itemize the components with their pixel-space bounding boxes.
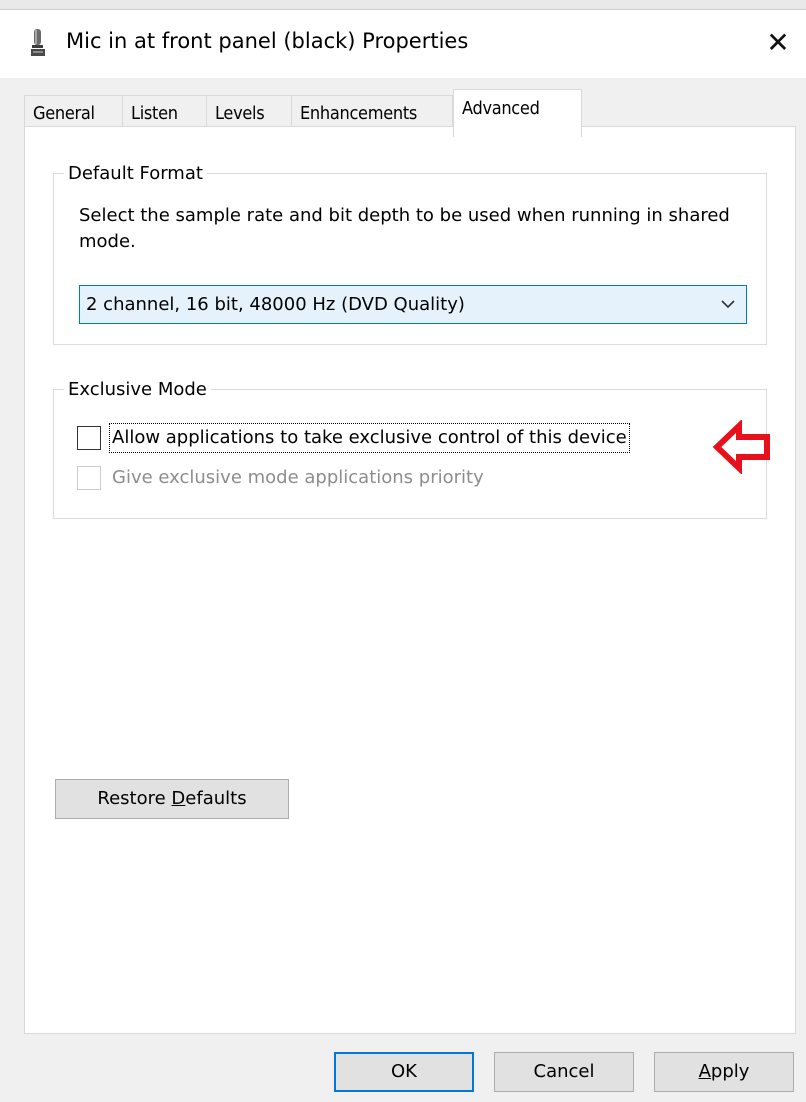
red-arrow-icon xyxy=(712,420,770,474)
restore-defaults-button[interactable]: Restore Defaults xyxy=(55,779,289,819)
title-bar: Mic in at front panel (black) Properties… xyxy=(0,10,806,78)
exclusive-priority-checkbox xyxy=(77,466,101,490)
apply-button[interactable]: Apply xyxy=(654,1052,794,1092)
default-format-description: Select the sample rate and bit depth to … xyxy=(79,205,730,252)
restore-defaults-label-pre: Restore xyxy=(97,788,172,809)
apply-access-key: A xyxy=(698,1061,711,1082)
sample-format-selected: 2 channel, 16 bit, 48000 Hz (DVD Quality… xyxy=(86,294,465,315)
microphone-icon xyxy=(31,29,45,56)
ok-button[interactable]: OK xyxy=(334,1052,474,1092)
tab-advanced[interactable]: Advanced xyxy=(453,89,582,137)
sample-format-dropdown[interactable]: 2 channel, 16 bit, 48000 Hz (DVD Quality… xyxy=(79,285,747,324)
exclusive-mode-legend: Exclusive Mode xyxy=(68,379,207,400)
allow-exclusive-label[interactable]: Allow applications to take exclusive con… xyxy=(109,423,630,453)
restore-defaults-label-post: efaults xyxy=(185,788,247,809)
apply-label-post: pply xyxy=(710,1061,750,1082)
advanced-tab-panel: Default Format Select the sample rate an… xyxy=(24,126,796,1034)
allow-exclusive-checkbox[interactable] xyxy=(77,426,101,450)
background-window-strip xyxy=(0,0,806,10)
default-format-legend: Default Format xyxy=(68,163,203,184)
cancel-button[interactable]: Cancel xyxy=(494,1052,634,1092)
close-icon[interactable]: ✕ xyxy=(760,26,796,62)
properties-dialog: Mic in at front panel (black) Properties… xyxy=(0,10,806,1102)
chevron-down-icon xyxy=(721,300,735,309)
restore-defaults-access-key: D xyxy=(171,788,186,809)
exclusive-priority-label: Give exclusive mode applications priorit… xyxy=(112,467,484,488)
window-title: Mic in at front panel (black) Properties xyxy=(66,29,469,53)
